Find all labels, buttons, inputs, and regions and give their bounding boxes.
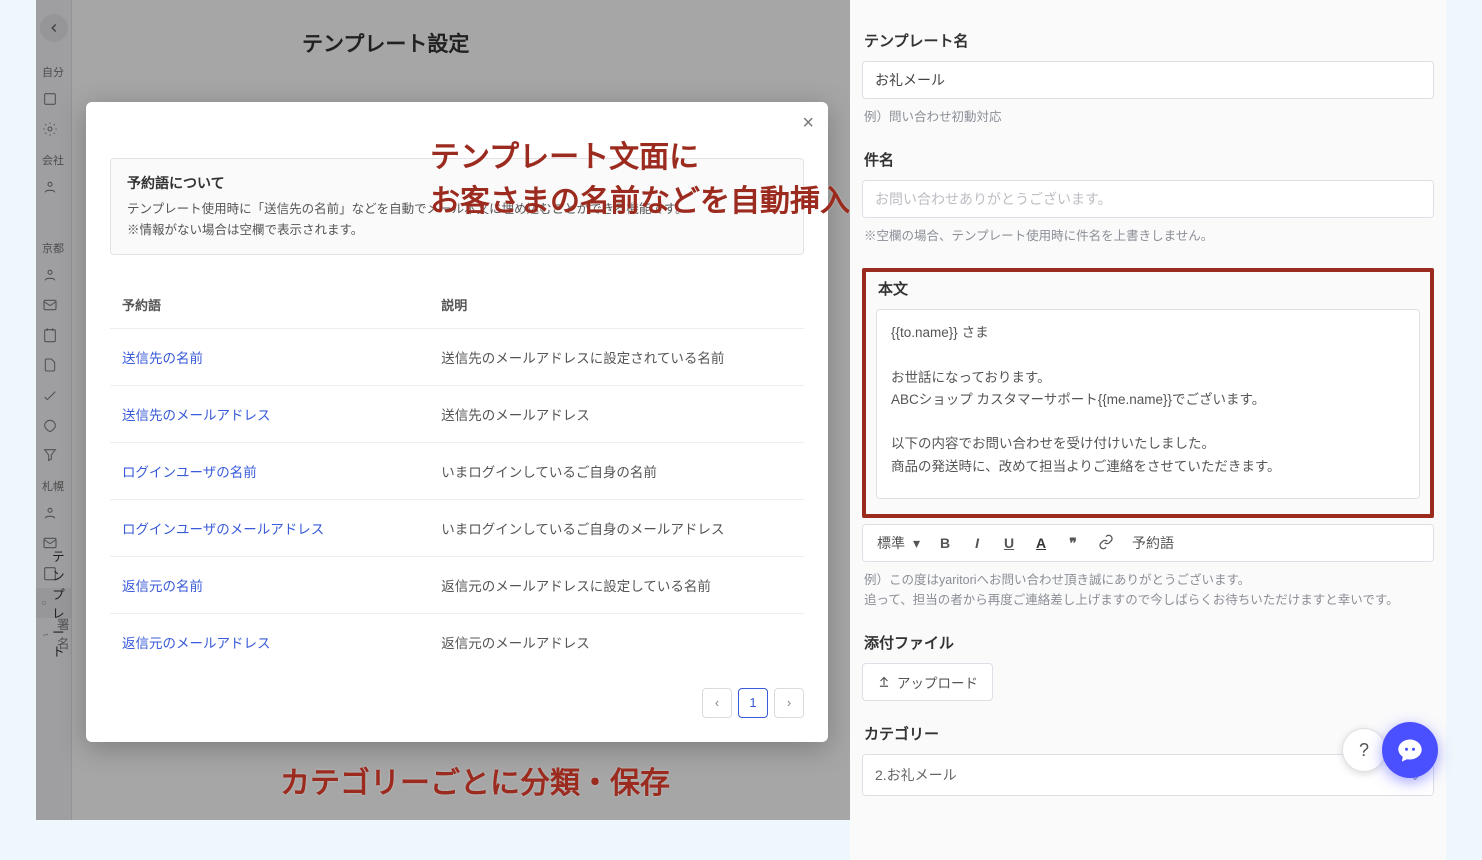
sidebar-item[interactable] [36, 498, 71, 528]
chat-fab[interactable] [1382, 722, 1438, 778]
reserved-word-desc: 返信元のメールアドレスに設定している名前 [429, 556, 804, 613]
close-icon[interactable]: × [802, 112, 814, 135]
sidebar-item[interactable] [36, 410, 71, 440]
style-select[interactable]: 標準 ▾ [877, 533, 920, 553]
reserved-word-link[interactable]: 返信元の名前 [110, 556, 429, 613]
sidebar-item[interactable] [36, 380, 71, 410]
font-color-button[interactable]: A [1034, 535, 1048, 551]
modal-note-line: テンプレート使用時に「送信先の名前」などを自動でメール本文に埋め込むことができる… [127, 199, 787, 220]
subject-input[interactable] [862, 180, 1434, 218]
quote-button[interactable]: ❞ [1066, 535, 1080, 552]
italic-button[interactable]: I [970, 535, 984, 551]
table-row: 返信元のメールアドレス返信元のメールアドレス [110, 613, 804, 670]
upload-button[interactable]: アップロード [862, 663, 993, 701]
field-hint: 例）この度はyaritoriへお問い合わせ頂き誠にありがとうございます。 追って… [864, 570, 1434, 610]
sidebar: 自分 会社 京都 札幌 テンプレート 署名 [36, 0, 72, 820]
sidebar-item[interactable] [36, 320, 71, 350]
reserved-word-link[interactable]: 送信先のメールアドレス [110, 385, 429, 442]
field-hint: ※空欄の場合、テンプレート使用時に件名を上書きしません。 [864, 226, 1434, 246]
table-row: ログインユーザの名前いまログインしているご自身の名前 [110, 442, 804, 499]
reserved-word-desc: 送信先のメールアドレス [429, 385, 804, 442]
modal-note-line: ※情報がない場合は空欄で表示されます。 [127, 220, 787, 241]
pager: ‹ 1 › [110, 688, 804, 718]
reserved-word-link[interactable]: 返信元のメールアドレス [110, 613, 429, 670]
reserved-words-button[interactable]: 予約語 [1132, 533, 1174, 553]
editor-toolbar: 標準 ▾ B I U A ❞ 予約語 [862, 524, 1434, 562]
modal-note-title: 予約語について [127, 173, 787, 193]
modal-infobox: 予約語について テンプレート使用時に「送信先の名前」などを自動でメール本文に埋め… [110, 158, 804, 255]
field-label: 添付ファイル [864, 632, 1434, 653]
sidebar-section: 自分 [36, 56, 71, 84]
reserved-word-desc: いまログインしているご自身のメールアドレス [429, 499, 804, 556]
underline-button[interactable]: U [1002, 535, 1016, 551]
back-button[interactable] [40, 14, 68, 42]
template-name-input[interactable] [862, 61, 1434, 99]
reserved-word-link[interactable]: ログインユーザのメールアドレス [110, 499, 429, 556]
table-header: 説明 [429, 281, 804, 329]
sidebar-item[interactable] [36, 260, 71, 290]
sidebar-item[interactable] [36, 172, 71, 202]
field-label: 件名 [864, 149, 1434, 170]
body-highlight-frame: 本文 [862, 268, 1434, 518]
field-label: 本文 [878, 278, 1420, 299]
pager-page[interactable]: 1 [738, 688, 768, 718]
pager-prev[interactable]: ‹ [702, 688, 732, 718]
sidebar-item[interactable] [36, 202, 71, 232]
body-textarea[interactable] [876, 309, 1420, 499]
reserved-word-desc: いまログインしているご自身の名前 [429, 442, 804, 499]
sidebar-item[interactable] [36, 350, 71, 380]
reserved-words-table: 予約語 説明 送信先の名前送信先のメールアドレスに設定されている名前送信先のメー… [110, 281, 804, 670]
table-row: 送信先の名前送信先のメールアドレスに設定されている名前 [110, 328, 804, 385]
table-header: 予約語 [110, 281, 429, 329]
table-row: 返信元の名前返信元のメールアドレスに設定している名前 [110, 556, 804, 613]
sidebar-section: 札幌 [36, 470, 71, 498]
bold-button[interactable]: B [938, 535, 952, 551]
table-row: ログインユーザのメールアドレスいまログインしているご自身のメールアドレス [110, 499, 804, 556]
reserved-words-modal: × 予約語について テンプレート使用時に「送信先の名前」などを自動でメール本文に… [86, 102, 828, 742]
sidebar-item[interactable] [36, 440, 71, 470]
reserved-word-desc: 返信元のメールアドレス [429, 613, 804, 670]
sidebar-item[interactable] [36, 84, 71, 114]
field-hint: 例）問い合わせ初動対応 [864, 107, 1434, 127]
pager-next[interactable]: › [774, 688, 804, 718]
sidebar-item[interactable] [36, 114, 71, 144]
reserved-word-desc: 送信先のメールアドレスに設定されている名前 [429, 328, 804, 385]
link-icon[interactable] [1098, 534, 1114, 553]
reserved-word-link[interactable]: 送信先の名前 [110, 328, 429, 385]
help-button[interactable]: ? [1342, 728, 1386, 772]
chevron-down-icon: ▾ [913, 535, 920, 552]
field-label: テンプレート名 [864, 30, 1434, 51]
left-screenshot: 自分 会社 京都 札幌 テンプレート 署名 テンプレート設定 × 予約 [36, 0, 850, 820]
table-row: 送信先のメールアドレス送信先のメールアドレス [110, 385, 804, 442]
sidebar-item[interactable] [36, 290, 71, 320]
upload-icon [877, 674, 891, 691]
page-title: テンプレート設定 [72, 0, 850, 72]
sidebar-section: 会社 [36, 144, 71, 172]
sidebar-section: 京都 [36, 232, 71, 260]
reserved-word-link[interactable]: ログインユーザの名前 [110, 442, 429, 499]
